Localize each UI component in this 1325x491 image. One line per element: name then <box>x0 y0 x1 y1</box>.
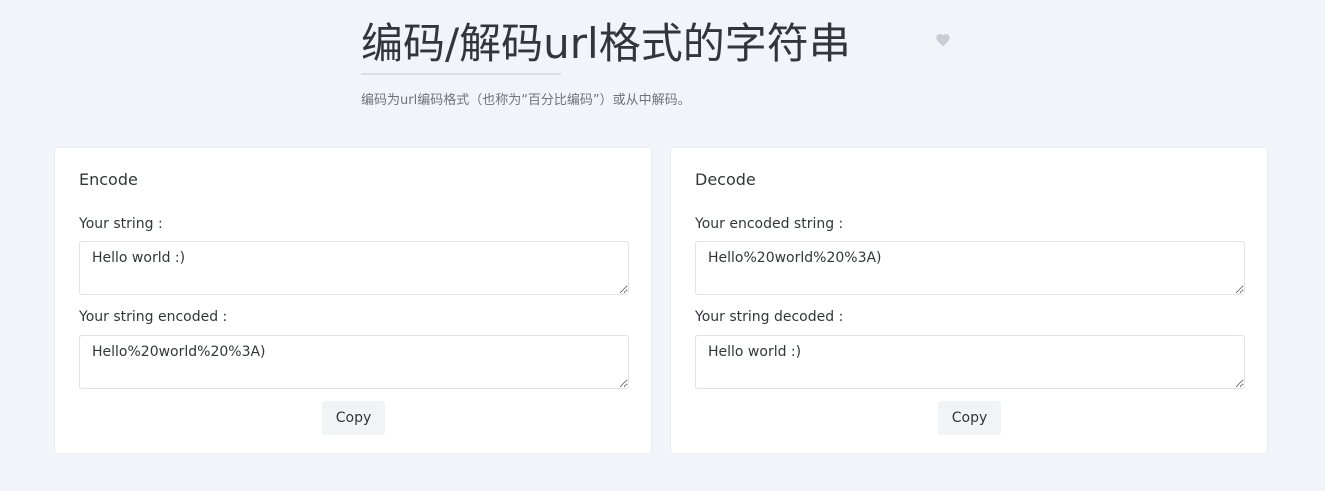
decode-card-title: Decode <box>695 170 756 189</box>
decode-input-textarea[interactable]: Hello%20world%20%3A) <box>695 241 1245 295</box>
decode-input-label: Your encoded string : <box>695 216 844 232</box>
encode-input-label: Your string : <box>79 216 163 232</box>
encode-copy-button[interactable]: Copy <box>322 401 385 435</box>
heart-icon[interactable] <box>935 32 951 48</box>
encode-output-textarea[interactable]: Hello%20world%20%3A) <box>79 335 629 389</box>
encode-output-label: Your string encoded : <box>79 309 228 325</box>
encode-card: Encode Your string : Hello world :) Your… <box>54 147 652 454</box>
encode-card-title: Encode <box>79 170 138 189</box>
decode-output-label: Your string decoded : <box>695 309 844 325</box>
title-row: 编码/解码url格式的字符串 <box>361 14 961 74</box>
page-header: 编码/解码url格式的字符串 编码为url编码格式（也称为“百分比编码”）或从中… <box>361 14 961 108</box>
page-title: 编码/解码url格式的字符串 <box>361 19 851 68</box>
page-description: 编码为url编码格式（也称为“百分比编码”）或从中解码。 <box>361 93 691 108</box>
encode-input-textarea[interactable]: Hello world :) <box>79 241 629 295</box>
decode-copy-button[interactable]: Copy <box>938 401 1001 435</box>
decode-output-textarea[interactable]: Hello world :) <box>695 335 1245 389</box>
decode-card: Decode Your encoded string : Hello%20wor… <box>670 147 1268 454</box>
